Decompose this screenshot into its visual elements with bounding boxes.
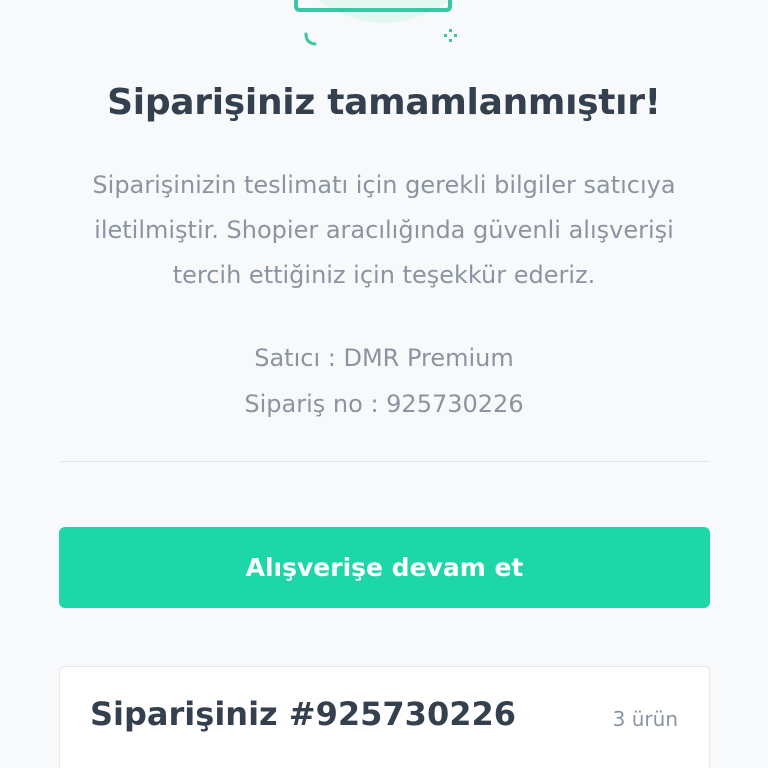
sparkle-icon	[444, 29, 457, 42]
page-title: Siparişiniz tamamlanmıştır!	[107, 82, 661, 123]
order-item-count: 3 ürün	[612, 707, 678, 731]
confirmation-description: Siparişinizin teslimatı için gerekli bil…	[92, 171, 676, 289]
success-illustration	[294, 0, 457, 46]
order-confirmation-page: Siparişiniz tamamlanmıştır! Siparişinizi…	[0, 0, 768, 768]
seller-info: Satıcı : DMR Premium	[254, 344, 514, 372]
order-summary-card: Siparişiniz #925730226 3 ürün	[59, 666, 710, 768]
continue-shopping-button[interactable]: Alışverişe devam et	[59, 527, 710, 608]
order-summary-title: Siparişiniz #925730226	[90, 695, 516, 733]
divider	[60, 461, 710, 462]
order-number-info: Sipariş no : 925730226	[244, 390, 524, 418]
